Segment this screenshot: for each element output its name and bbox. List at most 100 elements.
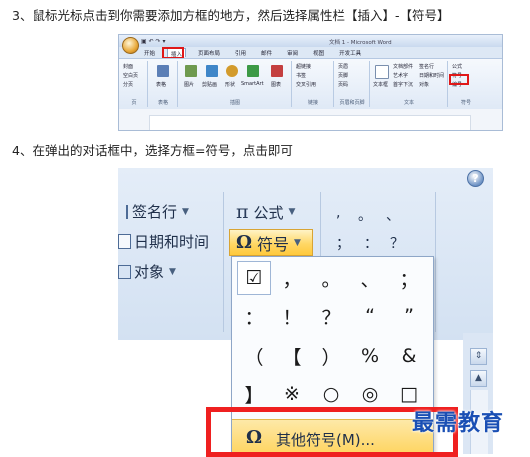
group-divider xyxy=(435,192,436,332)
clipart-icon xyxy=(206,65,218,77)
tab-developer[interactable]: 开发工具 xyxy=(336,48,364,57)
quick-access-toolbar[interactable]: ▣ ↶ ↷ ▾ xyxy=(141,38,165,45)
symbol-dropdown-button[interactable]: Ω 符号 ▼ xyxy=(229,229,313,256)
symbol-period[interactable]: 。 xyxy=(358,205,372,225)
group-links: 超链接 书签 交叉引用 链接 xyxy=(293,61,334,107)
object-button[interactable]: 对象 xyxy=(419,81,429,88)
symbol-cell[interactable]: 、 xyxy=(353,261,387,295)
chevron-down-icon: ▼ xyxy=(182,206,189,217)
ribbon-screenshot-small: ▣ ↶ ↷ ▾ 文档 1 - Microsoft Word 开始 插入 页面布局… xyxy=(118,34,503,131)
tab-review[interactable]: 审阅 xyxy=(284,48,301,57)
group-header-footer: 页眉 页脚 页码 页眉和页脚 xyxy=(335,61,370,107)
help-icon[interactable]: ? xyxy=(467,170,484,187)
tab-page-layout[interactable]: 页面布局 xyxy=(195,48,223,57)
formula-label: 公式 xyxy=(253,203,284,222)
object-icon xyxy=(118,264,131,279)
signature-line-button[interactable]: 签名行 xyxy=(419,63,434,70)
symbol-cell[interactable]: ☑ xyxy=(237,261,271,295)
group-pages: 封面 空白页 分页 页 xyxy=(121,61,148,107)
symbol-comma[interactable]: , xyxy=(336,205,340,221)
tab-home[interactable]: 开始 xyxy=(141,48,158,57)
symbol-cell[interactable]: % xyxy=(353,339,387,373)
symbol-button-highlight xyxy=(449,74,469,85)
symbol-cell[interactable]: 】 xyxy=(237,377,271,411)
smartart-icon xyxy=(247,65,259,77)
bookmark-button[interactable]: 书签 xyxy=(296,72,306,79)
picture-button[interactable]: 图片 xyxy=(184,81,194,88)
object-label: 对象 xyxy=(134,263,165,281)
symbol-cell[interactable]: ； xyxy=(392,261,426,295)
hyperlink-button[interactable]: 超链接 xyxy=(296,63,311,70)
group-label: 页眉和页脚 xyxy=(339,100,365,106)
step-4-caption: 4、在弹出的对话框中，选择方框=符号，点击即可 xyxy=(12,143,293,158)
group-label: 符号 xyxy=(460,100,471,106)
chevron-down-icon: ▼ xyxy=(288,207,296,217)
textbox-button[interactable]: 文本框 xyxy=(373,81,388,88)
symbol-cell[interactable]: “ xyxy=(353,299,387,333)
date-time-button[interactable]: 日期和时间 xyxy=(118,231,209,252)
wordart-button[interactable]: 艺术字 xyxy=(393,72,408,79)
chart-icon xyxy=(271,65,283,77)
object-button[interactable]: 对象 ▼ xyxy=(118,261,176,282)
group-label: 表格 xyxy=(157,100,168,106)
omega-icon: Ω xyxy=(236,232,253,253)
smartart-button[interactable]: SmartArt xyxy=(241,81,264,87)
office-button-icon[interactable] xyxy=(122,37,139,54)
shapes-button[interactable]: 形状 xyxy=(225,81,235,88)
table-button[interactable]: 表格 xyxy=(156,81,166,88)
symbol-cell[interactable]: ！ xyxy=(275,299,309,333)
tab-mailings[interactable]: 邮件 xyxy=(258,48,275,57)
symbol-question[interactable]: ？ xyxy=(390,233,404,253)
chevron-down-icon: ▼ xyxy=(169,266,176,277)
signature-label: 签名行 xyxy=(132,203,178,221)
tab-view[interactable]: 视图 xyxy=(310,48,327,57)
group-label: 插图 xyxy=(229,100,240,106)
document-page[interactable] xyxy=(149,115,471,130)
symbol-cell[interactable]: ？ xyxy=(314,299,348,333)
signature-line-button[interactable]: 签名行 ▼ xyxy=(118,201,189,222)
blank-page-button[interactable]: 空白页 xyxy=(123,72,138,79)
symbol-cell[interactable]: ： xyxy=(237,299,271,333)
split-view-icon[interactable]: ⇕ xyxy=(470,348,487,365)
symbol-semicolon[interactable]: ； xyxy=(336,233,350,253)
symbol-colon[interactable]: ： xyxy=(364,233,378,253)
drop-cap-button[interactable]: 首字下沉 xyxy=(393,81,413,88)
chart-button[interactable]: 图表 xyxy=(271,81,281,88)
shapes-icon xyxy=(226,65,238,77)
symbol-cell[interactable]: ○ xyxy=(314,377,348,411)
symbol-enumeration-comma[interactable]: 、 xyxy=(386,205,400,225)
calendar-icon xyxy=(118,234,131,249)
group-label: 页 xyxy=(131,100,137,106)
symbol-cell[interactable]: & xyxy=(392,339,426,373)
signature-icon xyxy=(118,204,128,219)
formula-button[interactable]: 公式 xyxy=(452,63,462,70)
symbol-cell[interactable]: 【 xyxy=(275,339,309,373)
cross-reference-button[interactable]: 交叉引用 xyxy=(296,81,316,88)
date-time-button[interactable]: 日期和时间 xyxy=(419,72,444,79)
cover-button[interactable]: 封面 xyxy=(123,63,133,70)
symbol-cell[interactable]: ， xyxy=(275,261,309,295)
symbol-cell[interactable]: ” xyxy=(392,299,426,333)
symbol-cell[interactable]: 。 xyxy=(314,261,348,295)
group-divider xyxy=(320,192,321,256)
symbol-cell[interactable]: ） xyxy=(314,339,348,373)
formula-button[interactable]: π 公式 ▼ xyxy=(236,201,295,223)
watermark: 最需教育 xyxy=(412,410,505,436)
page-number-button[interactable]: 页码 xyxy=(338,81,348,88)
scroll-up-icon[interactable]: ▲ xyxy=(470,370,487,387)
tab-references[interactable]: 引用 xyxy=(232,48,249,57)
symbol-cell[interactable]: ◎ xyxy=(353,377,387,411)
ribbon-panel: 封面 空白页 分页 页 表格 表格 图片 剪贴画 形状 SmartArt 图表 … xyxy=(119,58,502,109)
symbol-cell[interactable]: ※ xyxy=(275,377,309,411)
group-illustrations: 图片 剪贴画 形状 SmartArt 图表 插图 xyxy=(179,61,292,107)
pi-icon: π xyxy=(236,201,249,223)
header-button[interactable]: 页眉 xyxy=(338,63,348,70)
symbol-cell[interactable]: （ xyxy=(237,339,271,373)
footer-button[interactable]: 页脚 xyxy=(338,72,348,79)
quick-parts-button[interactable]: 文档部件 xyxy=(393,63,413,70)
date-time-label: 日期和时间 xyxy=(134,233,210,251)
page-break-button[interactable]: 分页 xyxy=(123,81,133,88)
group-divider xyxy=(223,192,224,332)
chevron-down-icon: ▼ xyxy=(294,237,301,248)
clipart-button[interactable]: 剪贴画 xyxy=(202,81,217,88)
